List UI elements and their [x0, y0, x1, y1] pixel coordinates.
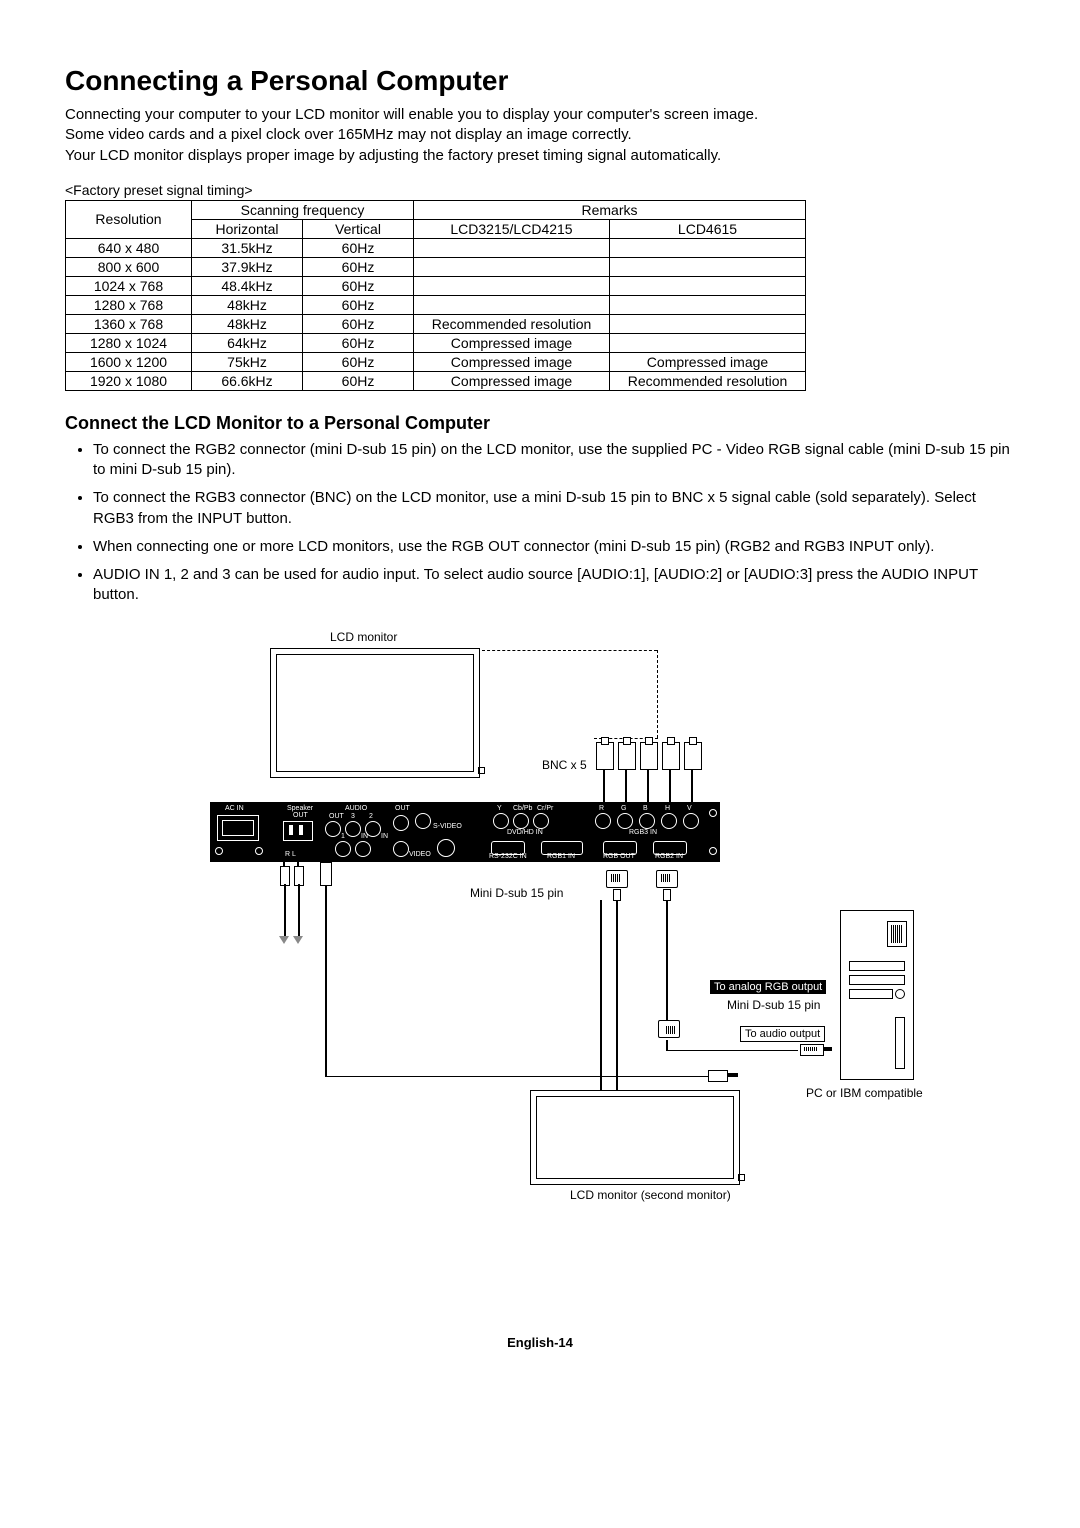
audio-out-callout: To audio output [740, 1026, 825, 1042]
audio-plug-icon [708, 1070, 728, 1082]
table-row: 1280 x 102464kHz60HzCompressed image [66, 333, 806, 352]
list-item: To connect the RGB2 connector (mini D-su… [93, 440, 1015, 481]
col-remarks: Remarks [414, 200, 806, 219]
table-row: 1280 x 76848kHz60Hz [66, 295, 806, 314]
col-remark2: LCD4615 [610, 219, 806, 238]
subhead: Connect the LCD Monitor to a Personal Co… [65, 413, 1015, 434]
table-row: 800 x 60037.9kHz60Hz [66, 257, 806, 276]
page-title: Connecting a Personal Computer [65, 65, 1015, 97]
table-row: 1600 x 120075kHz60HzCompressed imageComp… [66, 352, 806, 371]
analog-rgb-callout: To analog RGB output [710, 980, 826, 994]
dsub-plug-icon [656, 870, 678, 888]
bnc-plug-icon [662, 742, 680, 770]
audio-plug-icon [294, 866, 304, 886]
connector-panel-icon: AC IN Speaker OUT R L AUDIO OUT 3 2 1 IN… [210, 802, 720, 862]
pc-label: PC or IBM compatible [806, 1086, 923, 1100]
instruction-list: To connect the RGB2 connector (mini D-su… [65, 440, 1015, 606]
list-item: When connecting one or more LCD monitors… [93, 537, 1015, 557]
table-row: 640 x 48031.5kHz60Hz [66, 238, 806, 257]
table-row: 1024 x 76848.4kHz60Hz [66, 276, 806, 295]
page-footer: English-14 [65, 1335, 1015, 1350]
dsub-plug-icon [606, 870, 628, 888]
bnc-plug-icon [684, 742, 702, 770]
table-caption: <Factory preset signal timing> [65, 182, 1015, 198]
col-scanning: Scanning frequency [192, 200, 414, 219]
col-vertical: Vertical [303, 219, 414, 238]
bnc-label: BNC x 5 [542, 758, 587, 772]
pc-tower-icon [840, 910, 914, 1080]
lcd-monitor-icon [270, 648, 480, 778]
second-monitor-label: LCD monitor (second monitor) [570, 1188, 731, 1202]
col-horizontal: Horizontal [192, 219, 303, 238]
bnc-plug-icon [640, 742, 658, 770]
list-item: To connect the RGB3 connector (BNC) on t… [93, 488, 1015, 529]
lcd-monitor-label: LCD monitor [330, 630, 397, 644]
col-remark1: LCD3215/LCD4215 [414, 219, 610, 238]
intro-paragraph: Connecting your computer to your LCD mon… [65, 105, 1015, 166]
intro-line: Some video cards and a pixel clock over … [65, 125, 1015, 145]
audio-plug-icon [280, 866, 290, 886]
bnc-plug-icon [618, 742, 636, 770]
dsub-plug-icon [800, 1044, 824, 1056]
mini-dsub-pc-label: Mini D-sub 15 pin [727, 998, 820, 1012]
audio-plug-icon [320, 862, 332, 886]
table-row: 1920 x 108066.6kHz60HzCompressed imageRe… [66, 371, 806, 390]
intro-line: Your LCD monitor displays proper image b… [65, 146, 1015, 166]
bnc-plug-icon [596, 742, 614, 770]
second-monitor-icon [530, 1090, 740, 1185]
col-resolution: Resolution [66, 200, 192, 238]
mini-dsub-label: Mini D-sub 15 pin [470, 886, 563, 900]
timing-table: Resolution Scanning frequency Remarks Ho… [65, 200, 806, 391]
intro-line: Connecting your computer to your LCD mon… [65, 105, 1015, 125]
list-item: AUDIO IN 1, 2 and 3 can be used for audi… [93, 565, 1015, 606]
table-row: 1360 x 76848kHz60HzRecommended resolutio… [66, 314, 806, 333]
dsub-plug-icon [658, 1020, 680, 1038]
connection-diagram: LCD monitor BNC x 5 AC IN Speaker OUT R … [160, 630, 920, 1200]
